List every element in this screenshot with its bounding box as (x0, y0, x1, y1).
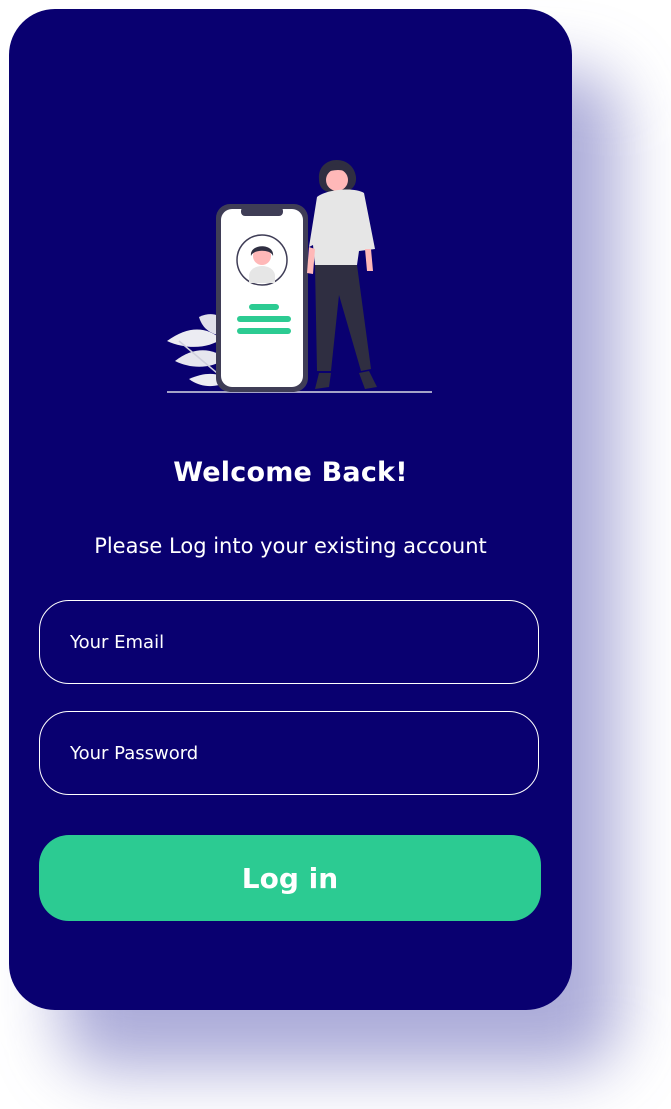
password-field[interactable] (39, 711, 539, 795)
page-title: Welcome Back! (173, 457, 408, 488)
email-input[interactable] (70, 631, 510, 653)
login-card: Welcome Back! Please Log into your exist… (9, 9, 572, 1010)
phone-icon (216, 204, 308, 392)
email-field[interactable] (39, 600, 539, 684)
page: Welcome Back! Please Log into your exist… (0, 0, 671, 1109)
login-button[interactable]: Log in (39, 835, 541, 921)
password-input[interactable] (70, 742, 510, 764)
page-subtitle: Please Log into your existing account (94, 534, 487, 558)
person-icon (307, 159, 377, 389)
phone-user-illustration-icon (167, 159, 432, 393)
